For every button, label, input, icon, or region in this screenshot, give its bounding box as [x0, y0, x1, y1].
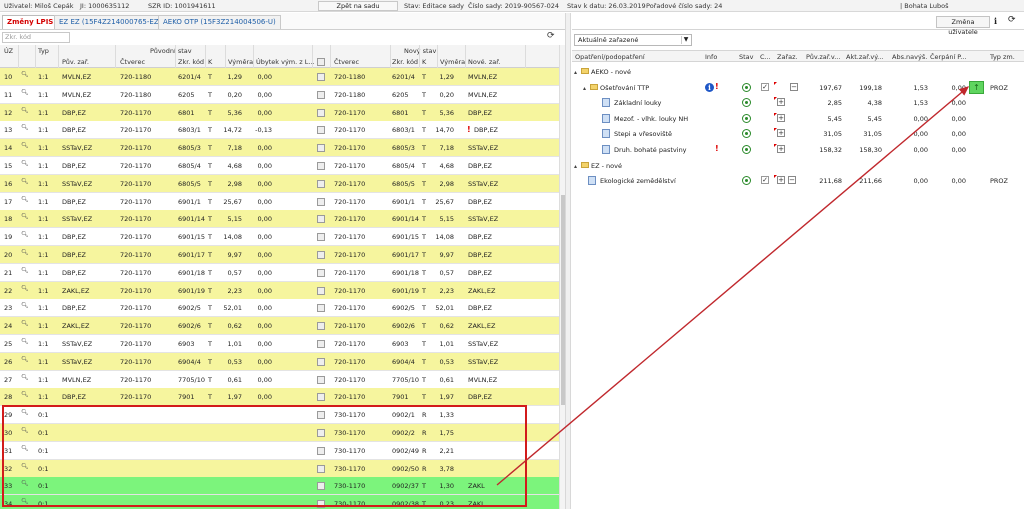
annotation-arrow	[496, 86, 970, 486]
